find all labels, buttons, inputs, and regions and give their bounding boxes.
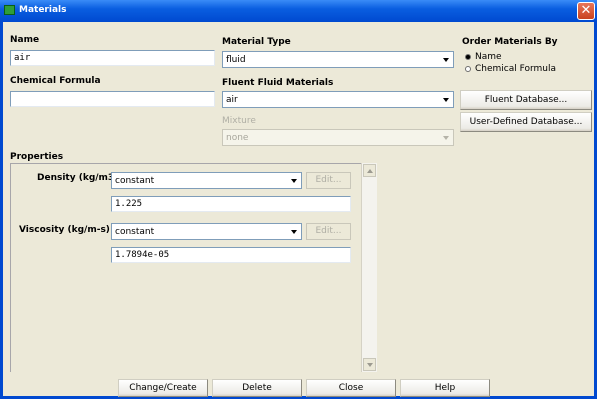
- order-by-label: Order Materials By: [462, 37, 558, 47]
- chevron-down-icon[interactable]: [287, 224, 301, 239]
- viscosity-method-select[interactable]: constant: [111, 223, 302, 240]
- material-type-value: fluid: [226, 55, 246, 65]
- help-button[interactable]: Help: [400, 379, 490, 397]
- chemical-formula-label: Chemical Formula: [10, 76, 101, 86]
- order-by-name-label: Name: [475, 52, 502, 62]
- chevron-down-icon[interactable]: [287, 173, 301, 188]
- chemical-formula-input[interactable]: [10, 91, 215, 107]
- properties-label: Properties: [10, 152, 64, 162]
- viscosity-label: Viscosity (kg/m-s): [19, 225, 110, 235]
- viscosity-edit-button: Edit...: [306, 223, 351, 240]
- material-type-select[interactable]: fluid: [222, 51, 454, 68]
- density-value-input[interactable]: 1.225: [111, 196, 351, 212]
- chevron-down-icon[interactable]: [439, 92, 453, 107]
- name-input[interactable]: air: [10, 50, 215, 66]
- scroll-down-icon[interactable]: [363, 358, 376, 371]
- viscosity-value-input[interactable]: 1.7894e-05: [111, 247, 351, 263]
- order-by-name-radio[interactable]: Name: [465, 52, 502, 62]
- delete-button[interactable]: Delete: [212, 379, 302, 397]
- density-label: Density (kg/m3): [37, 173, 119, 183]
- order-by-formula-label: Chemical Formula: [475, 64, 557, 74]
- material-type-label: Material Type: [222, 37, 291, 47]
- close-window-button[interactable]: ✕: [577, 2, 595, 20]
- title-bar: Materials ✕: [0, 0, 597, 22]
- mixture-value: none: [226, 133, 249, 143]
- density-edit-button: Edit...: [306, 172, 351, 189]
- radio-unselected-icon: [465, 66, 471, 72]
- scroll-up-icon[interactable]: [363, 164, 376, 177]
- viscosity-method-value: constant: [115, 227, 155, 237]
- fluent-fluid-materials-label: Fluent Fluid Materials: [222, 78, 334, 88]
- fluent-fluid-materials-select[interactable]: air: [222, 91, 454, 108]
- density-method-value: constant: [115, 176, 155, 186]
- mixture-label: Mixture: [222, 116, 256, 126]
- radio-selected-icon: [465, 54, 471, 60]
- app-icon: [4, 5, 15, 15]
- fluent-database-button[interactable]: Fluent Database...: [460, 90, 592, 110]
- properties-scrollbar[interactable]: [361, 163, 377, 372]
- close-button[interactable]: Close: [306, 379, 396, 397]
- user-defined-database-button[interactable]: User-Defined Database...: [460, 112, 592, 132]
- change-create-button[interactable]: Change/Create: [118, 379, 208, 397]
- mixture-select: none: [222, 129, 454, 146]
- chevron-down-icon: [439, 130, 453, 145]
- fluent-fluid-materials-value: air: [226, 95, 238, 105]
- name-label: Name: [10, 35, 40, 45]
- properties-panel: [10, 163, 377, 372]
- chevron-down-icon[interactable]: [439, 52, 453, 67]
- order-by-formula-radio[interactable]: Chemical Formula: [465, 64, 556, 74]
- density-method-select[interactable]: constant: [111, 172, 302, 189]
- window-title: Materials: [19, 5, 67, 15]
